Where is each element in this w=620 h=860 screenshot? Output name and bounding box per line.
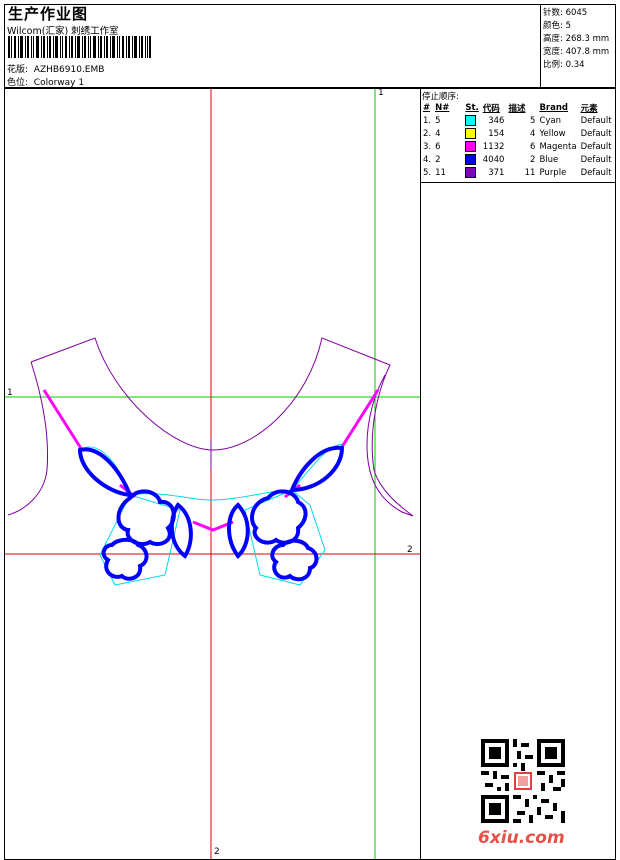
red-horizontal-label: 2 (407, 545, 413, 555)
qr-code (481, 739, 565, 823)
green-horizontal-label: 1 (7, 388, 13, 398)
green-vertical-label: 1 (378, 88, 384, 98)
embroidery-preview (5, 89, 420, 859)
watermark: 6xiu.com (478, 828, 565, 848)
red-vertical-label: 2 (214, 847, 220, 857)
